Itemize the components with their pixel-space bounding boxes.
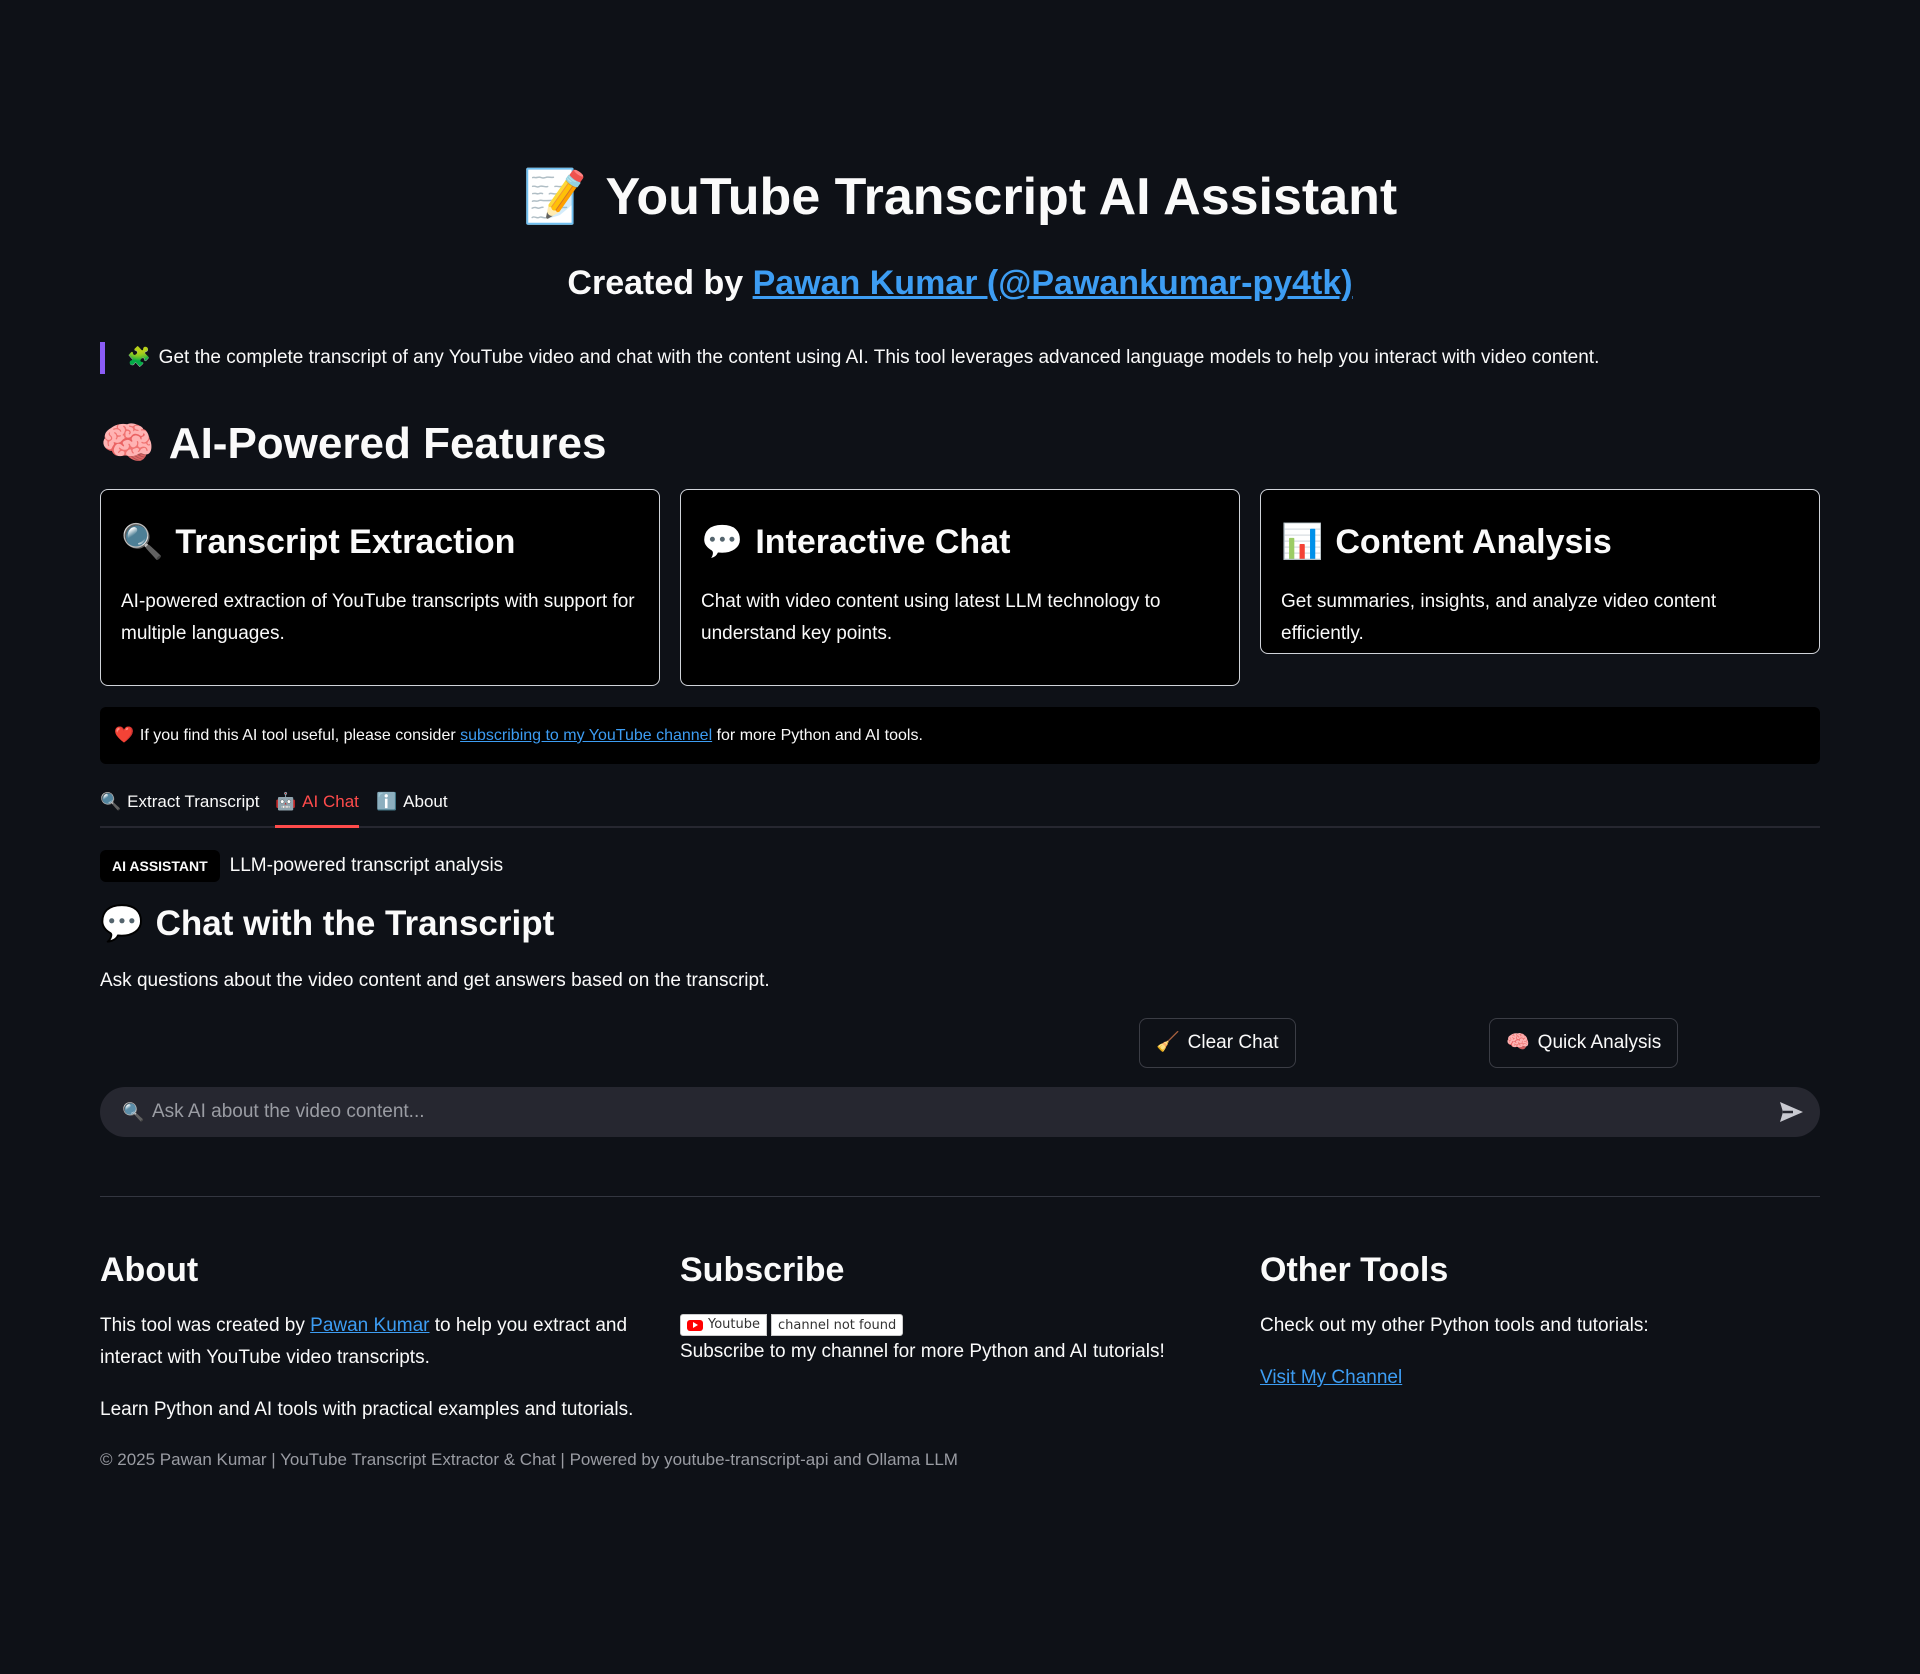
memo-icon: 📝 <box>522 168 588 226</box>
subscribe-banner: ❤️ If you find this AI tool useful, pleas… <box>100 707 1820 764</box>
chat-heading-text: Chat with the Transcript <box>155 904 555 943</box>
feature-card-desc: Chat with video content using latest LLM… <box>701 591 1161 644</box>
robot-icon: 🤖 <box>275 792 297 811</box>
feature-card-title: 📊 Content Analysis <box>1281 520 1799 564</box>
footer-other-text: Check out my other Python tools and tuto… <box>1260 1315 1649 1336</box>
features-heading-text: AI-Powered Features <box>168 419 607 468</box>
feature-card-title: 🔍 Transcript Extraction <box>121 520 639 564</box>
footer-subscribe-title: Subscribe <box>680 1251 845 1289</box>
footer-other-link-wrap: Visit My Channel <box>1260 1362 1820 1394</box>
footer-about-prefix: This tool was created by <box>100 1315 311 1336</box>
banner-prefix: If you find this AI tool useful, please … <box>139 727 461 744</box>
tab-about[interactable]: ℹ️ About <box>376 780 448 828</box>
footer-about-title: About <box>100 1251 199 1289</box>
chat-description: Ask questions about the video content an… <box>100 970 770 991</box>
broom-icon: 🧹 <box>1156 1032 1180 1053</box>
brain-icon: 🧠 <box>1506 1032 1530 1053</box>
page-title: 📝 YouTube Transcript AI Assistant <box>100 165 1820 229</box>
youtube-shield-right: channel not found <box>771 1314 904 1336</box>
quick-analysis-label: Quick Analysis <box>1537 1032 1662 1053</box>
youtube-shield-left: Youtube <box>680 1314 767 1336</box>
feature-card-interactive-chat: 💬 Interactive Chat Chat with video conten… <box>680 489 1240 686</box>
clear-chat-label: Clear Chat <box>1187 1032 1279 1053</box>
footer-about-text-2: Learn Python and AI tools with practical… <box>100 1399 634 1420</box>
feature-card-title-text: Interactive Chat <box>755 523 1011 561</box>
footer-author-link[interactable]: Pawan Kumar <box>310 1315 429 1336</box>
ai-assistant-caption: LLM-powered transcript analysis <box>229 855 504 876</box>
ai-assistant-badge: AI ASSISTANT <box>100 850 220 882</box>
clear-chat-button[interactable]: 🧹 Clear Chat <box>1139 1018 1296 1068</box>
quick-analysis-button[interactable]: 🧠 Quick Analysis <box>1489 1018 1679 1068</box>
youtube-shield-label: Youtube <box>708 1317 760 1332</box>
magnifier-icon: 🔍 <box>121 523 164 561</box>
created-by-heading: Created by Pawan Kumar (@Pawankumar-py4t… <box>100 262 1820 304</box>
feature-card-title-text: Transcript Extraction <box>175 523 516 561</box>
info-icon: ℹ️ <box>376 792 398 811</box>
footer-about: About This tool was created by Pawan Kum… <box>100 1248 660 1426</box>
feature-card-desc: Get summaries, insights, and analyze vid… <box>1281 591 1717 644</box>
speech-bubble-icon: 💬 <box>100 904 144 943</box>
footer-about-text: This tool was created by Pawan Kumar to … <box>100 1310 660 1374</box>
tab-label: AI Chat <box>302 792 359 811</box>
footer-other-title: Other Tools <box>1260 1251 1449 1289</box>
footer-divider <box>100 1196 1820 1197</box>
tab-label: About <box>403 792 448 811</box>
bar-chart-icon: 📊 <box>1281 523 1324 561</box>
created-by-prefix: Created by <box>567 264 753 302</box>
magnifier-icon: 🔍 <box>100 792 122 811</box>
footer-subscribe: Subscribe Youtube channel not found Subsc… <box>680 1248 1240 1368</box>
feature-card-transcript-extraction: 🔍 Transcript Extraction AI-powered extrac… <box>100 489 660 686</box>
chat-input[interactable] <box>152 1087 1732 1137</box>
speech-bubble-icon: 💬 <box>701 523 744 561</box>
search-icon: 🔍 <box>122 1102 145 1122</box>
features-heading: 🧠 AI-Powered Features <box>100 416 606 472</box>
feature-card-content-analysis: 📊 Content Analysis Get summaries, insight… <box>1260 489 1820 654</box>
feature-card-title: 💬 Interactive Chat <box>701 520 1219 564</box>
intro-blockquote: 🧩 Get the complete transcript of any YouT… <box>100 342 1820 374</box>
feature-card-desc: AI-powered extraction of YouTube transcr… <box>121 591 635 644</box>
intro-text: Get the complete transcript of any YouTu… <box>158 347 1600 368</box>
tab-label: Extract Transcript <box>127 792 260 811</box>
page-title-text: YouTube Transcript AI Assistant <box>605 168 1398 226</box>
author-link[interactable]: Pawan Kumar (@Pawankumar-py4tk) <box>753 264 1353 302</box>
chat-heading: 💬 Chat with the Transcript <box>100 900 554 948</box>
brain-icon: 🧠 <box>100 419 155 468</box>
chat-input-container: 🔍 <box>100 1087 1820 1137</box>
copyright-text: © 2025 Pawan Kumar | YouTube Transcript … <box>100 1450 958 1469</box>
send-icon[interactable] <box>1774 1095 1808 1129</box>
puzzle-icon: 🧩 <box>127 347 151 368</box>
ai-assistant-row: AI ASSISTANT LLM-powered transcript analy… <box>100 850 503 882</box>
youtube-shield-badge[interactable]: Youtube channel not found <box>680 1314 904 1336</box>
subscribe-channel-link[interactable]: subscribing to my YouTube channel <box>460 727 712 744</box>
tab-ai-chat[interactable]: 🤖 AI Chat <box>275 780 359 828</box>
tab-bar: 🔍 Extract Transcript 🤖 AI Chat ℹ️ About <box>100 780 1820 828</box>
youtube-logo-icon <box>687 1319 703 1331</box>
footer-other-tools: Other Tools Check out my other Python to… <box>1260 1248 1820 1394</box>
visit-channel-link[interactable]: Visit My Channel <box>1260 1367 1402 1388</box>
feature-card-title-text: Content Analysis <box>1335 523 1612 561</box>
banner-suffix: for more Python and AI tools. <box>712 727 923 744</box>
footer-subscribe-text: Subscribe to my channel for more Python … <box>680 1341 1165 1362</box>
heart-icon: ❤️ <box>114 727 134 744</box>
tab-extract-transcript[interactable]: 🔍 Extract Transcript <box>100 780 259 828</box>
